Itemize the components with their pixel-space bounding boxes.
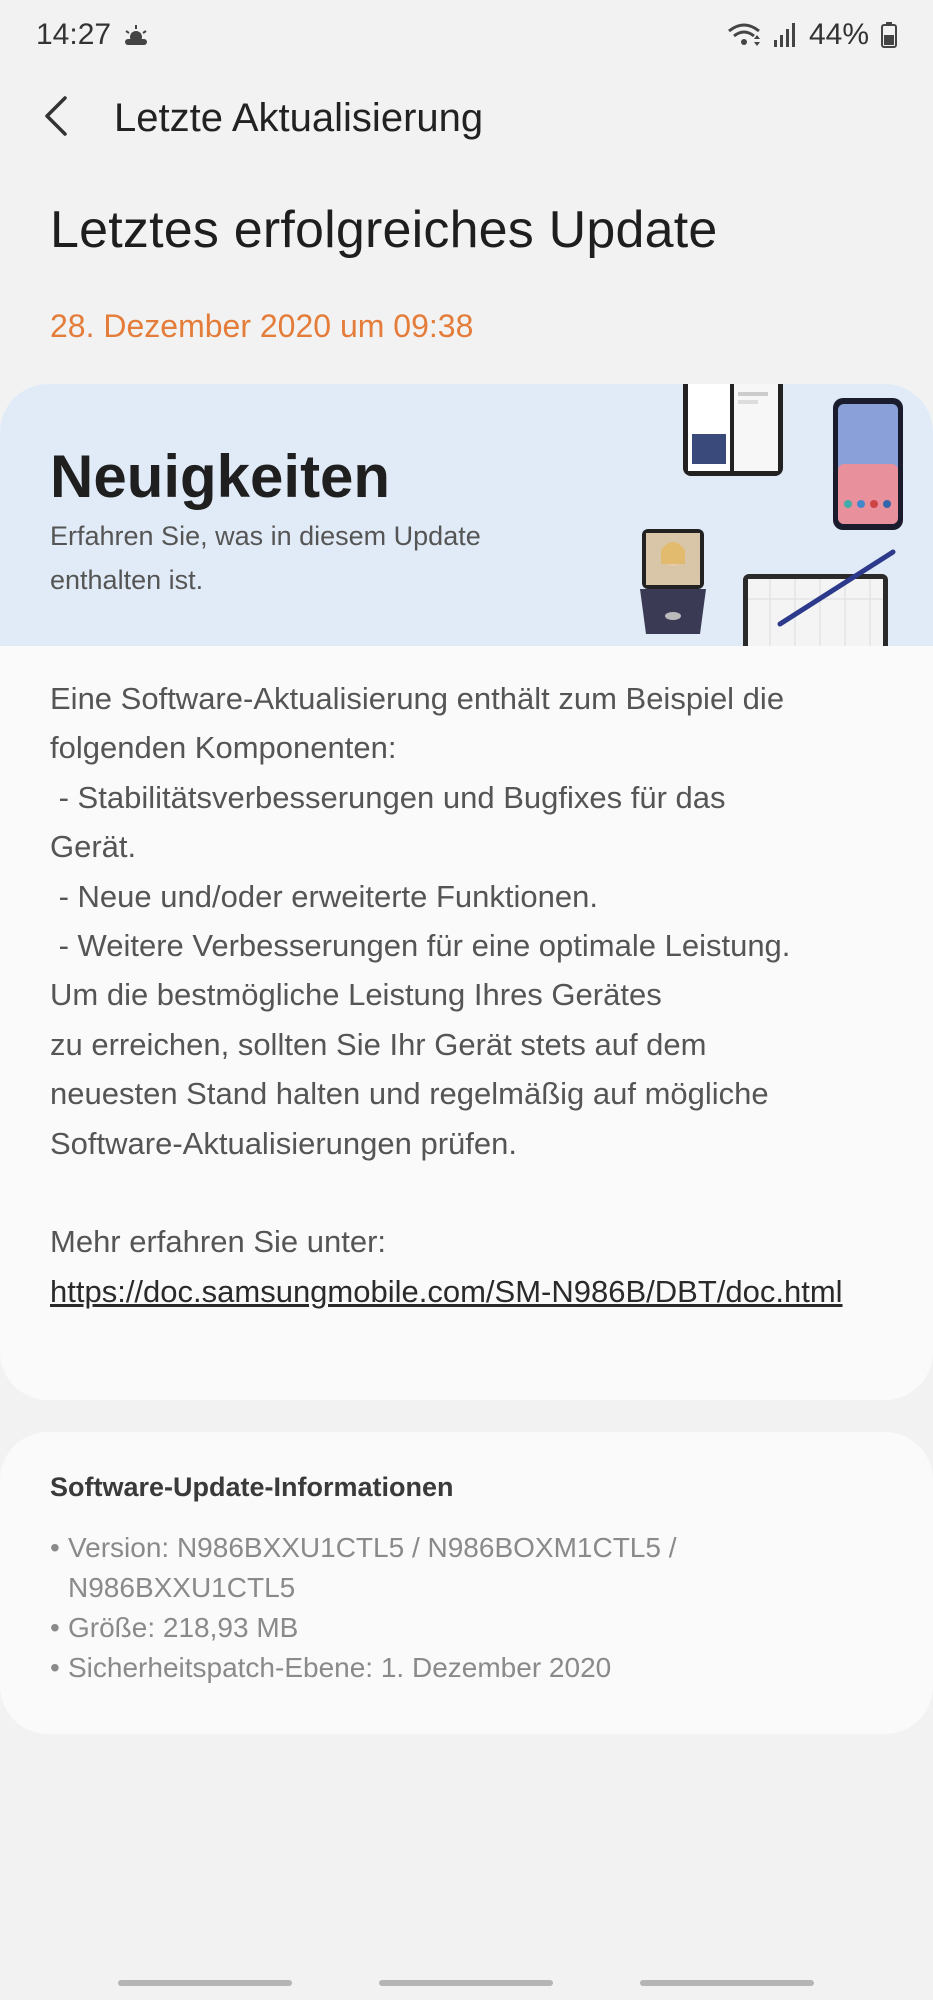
chevron-left-icon — [41, 94, 71, 143]
signal-icon — [773, 22, 797, 48]
battery-icon — [881, 22, 897, 48]
nav-back-handle[interactable] — [640, 1980, 814, 1986]
news-line: neuesten Stand halten und regelmäßig auf… — [50, 1076, 769, 1112]
info-card: Software-Update-Informationen Version: N… — [0, 1432, 933, 1734]
back-button[interactable] — [20, 82, 92, 154]
info-version: Version: N986BXXU1CTL5 / N986BOXM1CTL5 /… — [50, 1528, 810, 1608]
news-card: Neuigkeiten Erfahren Sie, was in diesem … — [0, 384, 933, 1400]
nav-recents-handle[interactable] — [118, 1980, 292, 1986]
page-title: Letzte Aktualisierung — [114, 95, 484, 140]
status-time: 14:27 — [36, 18, 112, 51]
more-info-link[interactable]: https://doc.samsungmobile.com/SM-N986B/D… — [50, 1267, 885, 1316]
news-line: - Weitere Verbesserungen für eine optima… — [50, 928, 791, 964]
news-body: Eine Software-Aktualisierung enthält zum… — [50, 674, 900, 1316]
news-line: Um die bestmögliche Leistung Ihres Gerät… — [50, 977, 662, 1013]
info-size: Größe: 218,93 MB — [50, 1608, 810, 1648]
status-bar: 14:27 44% — [0, 0, 933, 70]
battery-percent: 44% — [808, 18, 869, 51]
devices-illustration — [640, 384, 903, 646]
news-line: Software-Aktualisierungen prüfen. — [50, 1125, 517, 1161]
info-list: Version: N986BXXU1CTL5 / N986BOXM1CTL5 /… — [50, 1528, 810, 1688]
news-line: folgenden Komponenten: — [50, 730, 397, 766]
news-line: Gerät. — [50, 829, 137, 865]
more-info-label: Mehr erfahren Sie unter: — [50, 1224, 387, 1260]
news-line: - Neue und/oder erweiterte Funktionen. — [50, 878, 598, 914]
app-bar: Letzte Aktualisierung — [0, 82, 933, 154]
sun-cloud-icon — [123, 23, 149, 47]
navigation-bar — [0, 1968, 933, 2000]
news-subtitle: Erfahren Sie, was in diesem Update entha… — [50, 521, 481, 595]
news-banner: Neuigkeiten Erfahren Sie, was in diesem … — [0, 384, 933, 646]
news-line: Eine Software-Aktualisierung enthält zum… — [50, 681, 785, 716]
update-headline: Letztes erfolgreiches Update — [50, 201, 718, 259]
update-date: 28. Dezember 2020 um 09:38 — [50, 308, 474, 344]
news-title: Neuigkeiten — [50, 443, 391, 510]
nav-home-handle[interactable] — [379, 1980, 553, 1986]
news-line: zu erreichen, sollten Sie Ihr Gerät stet… — [50, 1026, 707, 1062]
status-left: 14:27 — [36, 18, 149, 52]
status-right: 44% — [727, 18, 897, 52]
wifi-icon — [727, 22, 761, 48]
info-title: Software-Update-Informationen — [50, 1472, 454, 1502]
screen: 14:27 44% Letzte Aktualisierung Letztes … — [0, 0, 933, 2000]
news-line: - Stabilitätsverbesserungen und Bugfixes… — [50, 779, 726, 815]
info-patch: Sicherheitspatch-Ebene: 1. Dezember 2020 — [50, 1648, 810, 1688]
